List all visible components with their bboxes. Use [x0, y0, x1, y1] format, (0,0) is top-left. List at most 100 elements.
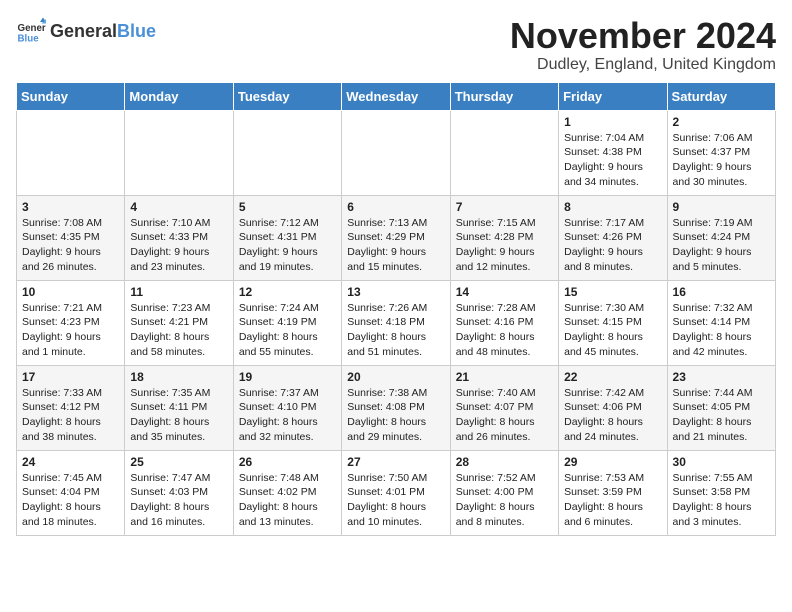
calendar-cell: 19 Sunrise: 7:37 AM Sunset: 4:10 PM Dayli…: [233, 365, 341, 450]
logo-text-general: General: [50, 21, 117, 42]
calendar-table: SundayMondayTuesdayWednesdayThursdayFrid…: [16, 82, 776, 536]
day-number: 13: [347, 285, 444, 299]
day-info: Sunrise: 7:38 AM Sunset: 4:08 PM Dayligh…: [347, 386, 444, 445]
calendar-body: 1 Sunrise: 7:04 AM Sunset: 4:38 PM Daylig…: [17, 110, 776, 535]
day-number: 3: [22, 200, 119, 214]
day-info: Sunrise: 7:28 AM Sunset: 4:16 PM Dayligh…: [456, 301, 553, 360]
logo-text-blue: Blue: [117, 21, 156, 42]
day-info: Sunrise: 7:55 AM Sunset: 3:58 PM Dayligh…: [673, 471, 770, 530]
day-number: 5: [239, 200, 336, 214]
day-number: 29: [564, 455, 661, 469]
calendar-cell: 27 Sunrise: 7:50 AM Sunset: 4:01 PM Dayli…: [342, 450, 450, 535]
day-info: Sunrise: 7:13 AM Sunset: 4:29 PM Dayligh…: [347, 216, 444, 275]
day-info: Sunrise: 7:10 AM Sunset: 4:33 PM Dayligh…: [130, 216, 227, 275]
calendar-cell: 3 Sunrise: 7:08 AM Sunset: 4:35 PM Daylig…: [17, 195, 125, 280]
day-info: Sunrise: 7:35 AM Sunset: 4:11 PM Dayligh…: [130, 386, 227, 445]
day-info: Sunrise: 7:45 AM Sunset: 4:04 PM Dayligh…: [22, 471, 119, 530]
month-title: November 2024: [510, 16, 776, 56]
day-info: Sunrise: 7:19 AM Sunset: 4:24 PM Dayligh…: [673, 216, 770, 275]
day-number: 24: [22, 455, 119, 469]
day-number: 28: [456, 455, 553, 469]
day-info: Sunrise: 7:47 AM Sunset: 4:03 PM Dayligh…: [130, 471, 227, 530]
day-info: Sunrise: 7:08 AM Sunset: 4:35 PM Dayligh…: [22, 216, 119, 275]
calendar-cell: 22Sunrise: 7:42 AM Sunset: 4:06 PM Dayli…: [559, 365, 667, 450]
day-info: Sunrise: 7:37 AM Sunset: 4:10 PM Dayligh…: [239, 386, 336, 445]
day-info: Sunrise: 7:12 AM Sunset: 4:31 PM Dayligh…: [239, 216, 336, 275]
day-number: 11: [130, 285, 227, 299]
day-number: 19: [239, 370, 336, 384]
day-number: 30: [673, 455, 770, 469]
calendar-cell: 25 Sunrise: 7:47 AM Sunset: 4:03 PM Dayli…: [125, 450, 233, 535]
calendar-cell: 18 Sunrise: 7:35 AM Sunset: 4:11 PM Dayli…: [125, 365, 233, 450]
logo-icon: General Blue: [16, 16, 46, 46]
calendar-cell: 20 Sunrise: 7:38 AM Sunset: 4:08 PM Dayli…: [342, 365, 450, 450]
calendar-header-cell: Monday: [125, 82, 233, 110]
day-number: 21: [456, 370, 553, 384]
calendar-cell: 23Sunrise: 7:44 AM Sunset: 4:05 PM Dayli…: [667, 365, 775, 450]
day-info: Sunrise: 7:21 AM Sunset: 4:23 PM Dayligh…: [22, 301, 119, 360]
calendar-week-row: 24 Sunrise: 7:45 AM Sunset: 4:04 PM Dayli…: [17, 450, 776, 535]
day-number: 4: [130, 200, 227, 214]
day-info: Sunrise: 7:48 AM Sunset: 4:02 PM Dayligh…: [239, 471, 336, 530]
day-number: 23: [673, 370, 770, 384]
calendar-cell: 29 Sunrise: 7:53 AM Sunset: 3:59 PM Dayli…: [559, 450, 667, 535]
day-info: Sunrise: 7:32 AM Sunset: 4:14 PM Dayligh…: [673, 301, 770, 360]
calendar-header-cell: Friday: [559, 82, 667, 110]
calendar-header-cell: Tuesday: [233, 82, 341, 110]
svg-text:Blue: Blue: [18, 34, 40, 45]
day-number: 8: [564, 200, 661, 214]
day-number: 27: [347, 455, 444, 469]
day-number: 18: [130, 370, 227, 384]
header: General Blue GeneralBlue November 2024 D…: [16, 16, 776, 74]
calendar-cell: 12 Sunrise: 7:24 AM Sunset: 4:19 PM Dayli…: [233, 280, 341, 365]
calendar-cell: 21 Sunrise: 7:40 AM Sunset: 4:07 PM Dayli…: [450, 365, 558, 450]
day-number: 17: [22, 370, 119, 384]
day-number: 20: [347, 370, 444, 384]
calendar-header-cell: Wednesday: [342, 82, 450, 110]
calendar-cell: 9 Sunrise: 7:19 AM Sunset: 4:24 PM Daylig…: [667, 195, 775, 280]
calendar-cell: 11 Sunrise: 7:23 AM Sunset: 4:21 PM Dayli…: [125, 280, 233, 365]
day-info: Sunrise: 7:23 AM Sunset: 4:21 PM Dayligh…: [130, 301, 227, 360]
calendar-cell: 14 Sunrise: 7:28 AM Sunset: 4:16 PM Dayli…: [450, 280, 558, 365]
calendar-cell: 5 Sunrise: 7:12 AM Sunset: 4:31 PM Daylig…: [233, 195, 341, 280]
day-info: Sunrise: 7:40 AM Sunset: 4:07 PM Dayligh…: [456, 386, 553, 445]
calendar-header-row: SundayMondayTuesdayWednesdayThursdayFrid…: [17, 82, 776, 110]
calendar-cell: 6 Sunrise: 7:13 AM Sunset: 4:29 PM Daylig…: [342, 195, 450, 280]
calendar-header-cell: Thursday: [450, 82, 558, 110]
day-number: 25: [130, 455, 227, 469]
day-number: 10: [22, 285, 119, 299]
calendar-header-cell: Sunday: [17, 82, 125, 110]
day-info: Sunrise: 7:50 AM Sunset: 4:01 PM Dayligh…: [347, 471, 444, 530]
calendar-week-row: 17Sunrise: 7:33 AM Sunset: 4:12 PM Dayli…: [17, 365, 776, 450]
day-number: 1: [564, 115, 661, 129]
day-info: Sunrise: 7:24 AM Sunset: 4:19 PM Dayligh…: [239, 301, 336, 360]
calendar-cell: [450, 110, 558, 195]
day-number: 26: [239, 455, 336, 469]
day-number: 16: [673, 285, 770, 299]
day-info: Sunrise: 7:04 AM Sunset: 4:38 PM Dayligh…: [564, 131, 661, 190]
day-number: 6: [347, 200, 444, 214]
calendar-header-cell: Saturday: [667, 82, 775, 110]
day-number: 12: [239, 285, 336, 299]
calendar-cell: 30 Sunrise: 7:55 AM Sunset: 3:58 PM Dayli…: [667, 450, 775, 535]
calendar-cell: [342, 110, 450, 195]
calendar-week-row: 1 Sunrise: 7:04 AM Sunset: 4:38 PM Daylig…: [17, 110, 776, 195]
logo: General Blue GeneralBlue: [16, 16, 156, 46]
calendar-cell: 17Sunrise: 7:33 AM Sunset: 4:12 PM Dayli…: [17, 365, 125, 450]
day-info: Sunrise: 7:06 AM Sunset: 4:37 PM Dayligh…: [673, 131, 770, 190]
calendar-cell: 28Sunrise: 7:52 AM Sunset: 4:00 PM Dayli…: [450, 450, 558, 535]
calendar-cell: 10 Sunrise: 7:21 AM Sunset: 4:23 PM Dayli…: [17, 280, 125, 365]
day-info: Sunrise: 7:30 AM Sunset: 4:15 PM Dayligh…: [564, 301, 661, 360]
calendar-cell: [233, 110, 341, 195]
day-number: 9: [673, 200, 770, 214]
day-number: 14: [456, 285, 553, 299]
calendar-cell: 2Sunrise: 7:06 AM Sunset: 4:37 PM Daylig…: [667, 110, 775, 195]
calendar-cell: 8 Sunrise: 7:17 AM Sunset: 4:26 PM Daylig…: [559, 195, 667, 280]
svg-text:General: General: [18, 23, 47, 34]
day-info: Sunrise: 7:15 AM Sunset: 4:28 PM Dayligh…: [456, 216, 553, 275]
calendar-cell: 7Sunrise: 7:15 AM Sunset: 4:28 PM Daylig…: [450, 195, 558, 280]
day-info: Sunrise: 7:53 AM Sunset: 3:59 PM Dayligh…: [564, 471, 661, 530]
calendar-cell: 16 Sunrise: 7:32 AM Sunset: 4:14 PM Dayli…: [667, 280, 775, 365]
calendar-cell: 1 Sunrise: 7:04 AM Sunset: 4:38 PM Daylig…: [559, 110, 667, 195]
day-info: Sunrise: 7:17 AM Sunset: 4:26 PM Dayligh…: [564, 216, 661, 275]
